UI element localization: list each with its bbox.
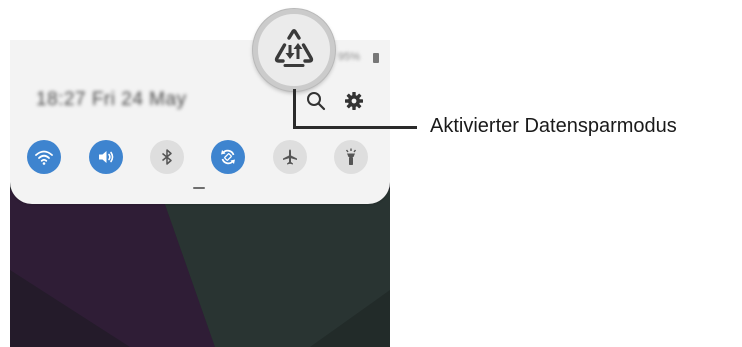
toggle-wifi[interactable] — [27, 140, 61, 174]
airplane-icon — [283, 149, 297, 165]
toggle-auto-rotate[interactable] — [211, 140, 245, 174]
toggle-bluetooth[interactable] — [150, 140, 184, 174]
rotate-icon — [221, 149, 235, 165]
speaker-icon — [99, 151, 114, 163]
bluetooth-icon — [162, 149, 172, 165]
flashlight-icon — [345, 148, 357, 165]
callout-label: Aktivierter Datensparmodus — [430, 115, 677, 137]
data-saver-magnifier — [253, 9, 335, 91]
gear-icon — [345, 92, 363, 110]
toggle-sound[interactable] — [89, 140, 123, 174]
quick-settings-panel: 95% 18:27 Fri 24 May — [10, 40, 390, 204]
phone-screen: 95% 18:27 Fri 24 May — [10, 40, 390, 347]
settings-button[interactable] — [340, 87, 368, 115]
search-button[interactable] — [302, 87, 330, 115]
data-saver-icon — [274, 29, 314, 67]
toggle-airplane-mode[interactable] — [273, 140, 307, 174]
callout-line-vertical — [293, 89, 296, 127]
callout-line-horizontal — [293, 126, 417, 129]
search-icon — [307, 92, 326, 111]
date-time: 18:27 Fri 24 May — [36, 89, 187, 110]
battery-icon — [373, 53, 379, 63]
panel-drag-handle[interactable] — [193, 187, 205, 189]
wifi-icon — [35, 150, 53, 165]
toggle-flashlight[interactable] — [334, 140, 368, 174]
status-bar-text: 95% — [338, 51, 361, 63]
